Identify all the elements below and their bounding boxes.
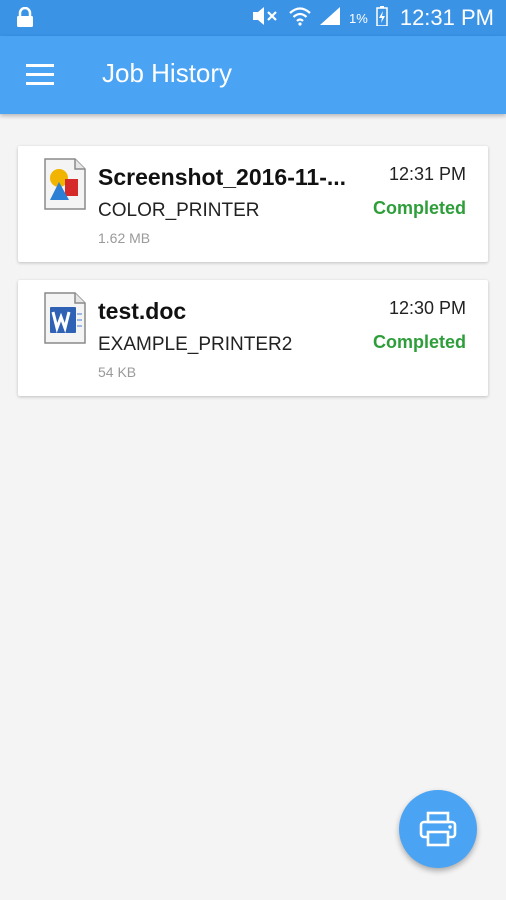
lock-icon [16,6,34,32]
printer-name: COLOR_PRINTER [98,200,260,221]
job-time: 12:31 PM [388,164,466,184]
print-button[interactable] [399,790,477,868]
job-card[interactable]: test.doc EXAMPLE_PRINTER2 54 KB 12:30 PM… [18,280,488,396]
file-size: 1.62 MB [98,230,151,246]
menu-icon[interactable] [26,64,54,86]
job-time: 12:30 PM [388,298,466,318]
word-file-icon [44,292,86,344]
clock: 12:31 PM [399,5,494,30]
wifi-icon [289,6,311,31]
print-icon [419,811,457,847]
file-name: test.doc [98,298,187,324]
app-bar: Job History [0,36,506,114]
file-size: 54 KB [98,364,137,380]
status-badge: Completed [372,332,466,352]
battery-charging-icon [376,5,388,31]
printer-name: EXAMPLE_PRINTER2 [98,334,293,355]
status-badge: Completed [372,198,466,218]
page-title: Job History [102,58,233,88]
status-bar: 1% 12:31 PM [0,0,506,36]
battery-percent: 1% [349,10,368,26]
image-file-icon [44,158,86,210]
job-card[interactable]: Screenshot_2016-11-... COLOR_PRINTER 1.6… [18,146,488,262]
signal-icon [319,6,341,31]
mute-icon [251,6,281,31]
file-name: Screenshot_2016-11-... [98,164,347,190]
